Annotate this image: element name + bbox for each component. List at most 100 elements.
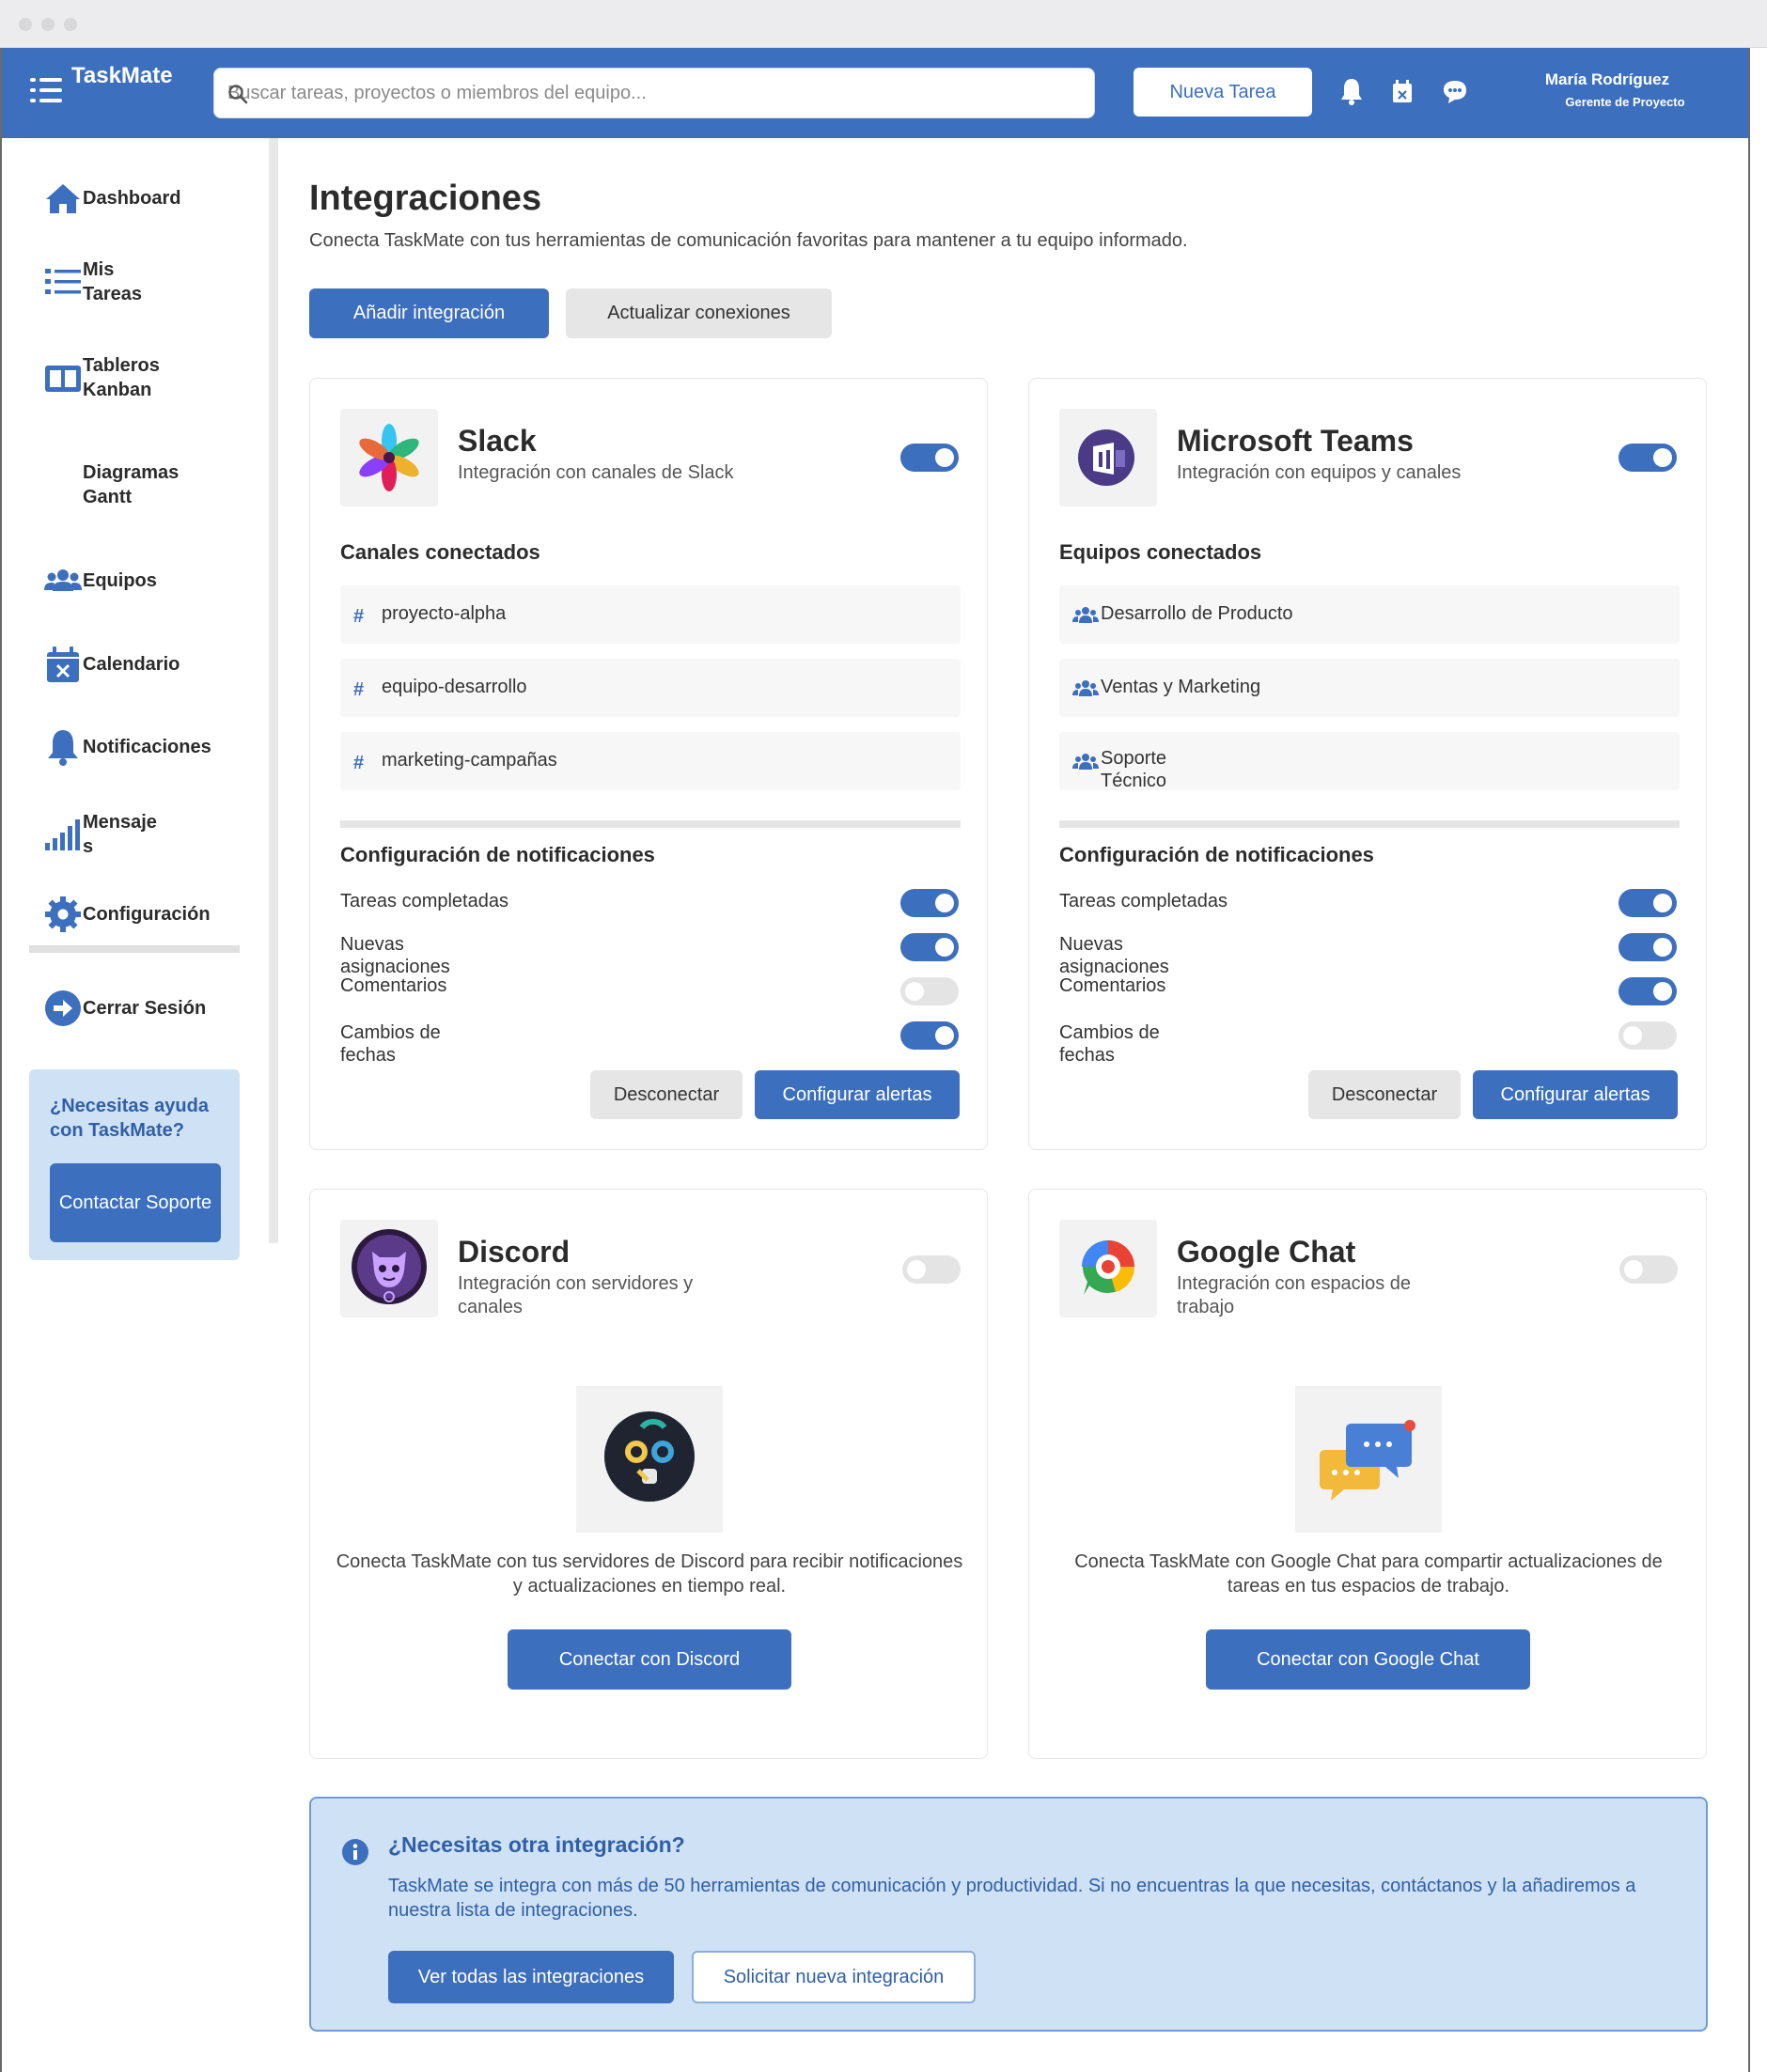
notif-toggle[interactable] (1618, 1021, 1677, 1050)
list-item[interactable]: # marketing-campañas (340, 732, 961, 790)
bell-icon[interactable] (1337, 75, 1367, 109)
notif-toggle[interactable] (1618, 933, 1677, 961)
section-title: Configuración de notificaciones (1059, 843, 1374, 866)
list-icon (45, 269, 81, 294)
hash-icon: # (353, 606, 365, 627)
slack-card: Slack Integración con canales de Slack C… (309, 378, 988, 1150)
team-icon (44, 569, 82, 591)
sidebar-item-label: Mis Tareas (83, 259, 143, 304)
sidebar-item-tableros-kanban[interactable]: Tableros Kanban (43, 353, 184, 402)
sidebar-item-notificaciones[interactable]: Notificaciones (43, 727, 241, 767)
configure-alerts-button[interactable]: Configurar alertas (755, 1070, 960, 1119)
notif-toggle[interactable] (900, 933, 959, 961)
list-item[interactable]: Desarrollo de Producto (1059, 585, 1680, 644)
sidebar-item-mis-tareas[interactable]: Mis Tareas (43, 257, 184, 306)
window-close-dot[interactable] (19, 18, 32, 31)
discord-card: Discord Integración con servidores y can… (309, 1189, 988, 1759)
notif-label: Nuevas asignaciones (1059, 934, 1169, 977)
notif-toggle[interactable] (1618, 977, 1677, 1005)
sidebar-divider (29, 945, 240, 953)
notif-label: Comentarios (340, 975, 447, 996)
teams-card: Microsoft Teams Integración con equipos … (1028, 378, 1707, 1150)
list-item[interactable]: Soporte Técnico (1059, 732, 1680, 791)
notif-toggle[interactable] (900, 977, 959, 1005)
sidebar-item-cerrar-sesion[interactable]: Cerrar Sesión (43, 989, 241, 1028)
search-box[interactable] (213, 68, 1095, 118)
slack-enable-toggle[interactable] (900, 444, 959, 472)
notif-label: Comentarios (1059, 975, 1166, 996)
calendar-icon[interactable] (1387, 75, 1417, 109)
search-input[interactable] (214, 69, 1094, 117)
list-item[interactable]: # proyecto-alpha (340, 585, 961, 644)
page-subtitle: Conecta TaskMate con tus herramientas de… (309, 230, 1188, 251)
sidebar-item-dashboard[interactable]: Dashboard (43, 179, 241, 218)
google-chat-enable-toggle[interactable] (1619, 1255, 1678, 1284)
disconnect-button[interactable]: Desconectar (1308, 1070, 1461, 1119)
discord-enable-toggle[interactable] (902, 1255, 961, 1284)
home-icon (46, 184, 80, 213)
team-name: Soporte Técnico (1101, 748, 1167, 791)
new-task-button[interactable]: Nueva Tarea (1134, 68, 1312, 117)
app-logo-text[interactable]: TaskMate (71, 63, 175, 89)
info-title: ¿Necesitas otra integración? (388, 1832, 685, 1857)
team-icon (1072, 754, 1099, 770)
discord-illustration (576, 1386, 723, 1533)
info-icon (342, 1839, 368, 1865)
discord-illustration-icon (604, 1411, 695, 1502)
configure-alerts-button[interactable]: Configurar alertas (1473, 1070, 1678, 1119)
menu-toggle-icon[interactable] (30, 76, 62, 104)
google-chat-logo-icon (1082, 1240, 1135, 1295)
sidebar-item-label: Equipos (83, 570, 157, 591)
contact-support-button[interactable]: Contactar Soporte (50, 1163, 221, 1242)
frame-edge-right (1748, 48, 1750, 2072)
view-all-integrations-button[interactable]: Ver todas las integraciones (388, 1951, 674, 2003)
list-item[interactable]: # equipo-desarrollo (340, 659, 961, 717)
channel-name: marketing-campañas (382, 750, 557, 771)
teams-enable-toggle[interactable] (1618, 444, 1677, 472)
integration-info-panel: ¿Necesitas otra integración? TaskMate se… (309, 1797, 1708, 2032)
notif-toggle[interactable] (900, 889, 959, 917)
list-item[interactable]: Ventas y Marketing (1059, 659, 1680, 717)
sidebar-scrollbar[interactable] (269, 138, 278, 1243)
channel-name: proyecto-alpha (382, 603, 507, 624)
sidebar-item-equipos[interactable]: Equipos (43, 561, 241, 600)
team-icon (1072, 680, 1099, 696)
add-integration-button[interactable]: Añadir integración (309, 288, 549, 338)
google-chat-illustration (1295, 1386, 1442, 1533)
sidebar-item-diagramas-gantt[interactable]: Diagramas Gantt (83, 460, 195, 509)
sidebar-item-calendario[interactable]: Calendario (43, 645, 241, 684)
user-name[interactable]: María Rodríguez (1515, 70, 1699, 89)
hash-icon: # (353, 753, 365, 773)
chat-icon[interactable] (1440, 75, 1470, 109)
sidebar-item-label: Calendario (83, 654, 180, 675)
google-chat-connect-text: Conecta TaskMate con Google Chat para co… (1074, 1551, 1663, 1597)
card-description: Integración con canales de Slack (458, 462, 734, 483)
calendar-icon (47, 647, 79, 682)
team-icon (1072, 607, 1099, 623)
card-description: Integración con servidores y canales (458, 1273, 694, 1317)
sidebar-item-configuracion[interactable]: Configuración (43, 895, 241, 934)
request-integration-button[interactable]: Solicitar nueva integración (692, 1951, 976, 2003)
window-minimize-dot[interactable] (41, 18, 55, 31)
user-role: Gerente de Proyecto (1565, 95, 1685, 109)
page-title: Integraciones (309, 179, 542, 218)
gear-icon (45, 896, 81, 932)
card-description: Integración con espacios de trabajo (1177, 1273, 1412, 1317)
notif-toggle[interactable] (1618, 889, 1677, 917)
sidebar-item-mensajes[interactable]: Mensajes (43, 810, 184, 859)
sidebar-item-label: Diagramas Gantt (83, 462, 180, 507)
notif-toggle[interactable] (900, 1021, 959, 1050)
card-title: Discord (458, 1235, 571, 1269)
frame-edge-left (0, 48, 2, 2072)
connect-discord-button[interactable]: Conectar con Discord (508, 1629, 791, 1690)
google-chat-card: Google Chat Integración con espacios de … (1028, 1189, 1707, 1759)
refresh-connections-button[interactable]: Actualizar conexiones (566, 288, 832, 338)
help-title: ¿Necesitas ayuda con TaskMate? (50, 1096, 209, 1141)
notif-label: Nuevas asignaciones (340, 934, 450, 977)
card-title: Google Chat (1177, 1235, 1356, 1269)
connect-google-chat-button[interactable]: Conectar con Google Chat (1206, 1629, 1530, 1690)
disconnect-button[interactable]: Desconectar (590, 1070, 743, 1119)
window-maximize-dot[interactable] (64, 18, 77, 31)
signal-icon (45, 819, 80, 850)
sidebar-item-label: Mensajes (83, 812, 157, 857)
